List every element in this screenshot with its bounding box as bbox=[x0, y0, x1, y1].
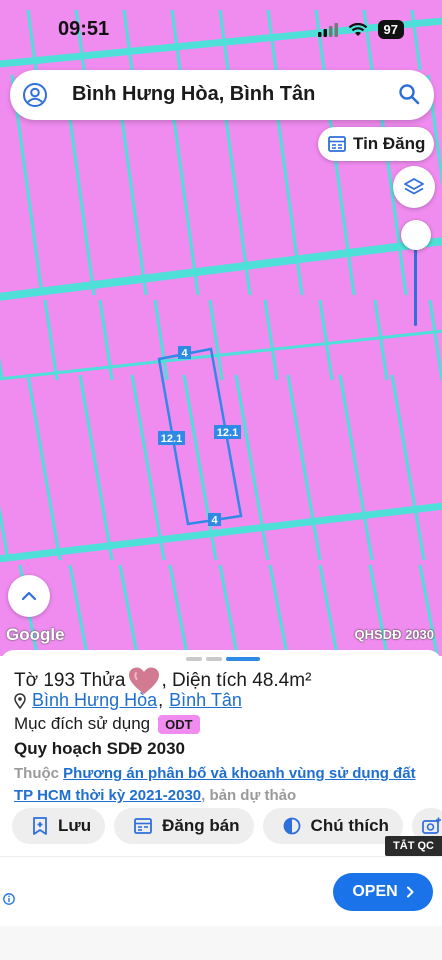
plan-title: Quy hoạch SDĐ 2030 bbox=[14, 739, 186, 758]
road-line bbox=[118, 564, 139, 656]
parcel-title-area: , Diện tích 48.4m² bbox=[161, 670, 312, 691]
svg-text:12.1: 12.1 bbox=[217, 427, 238, 439]
district-link[interactable]: Bình Tân bbox=[169, 690, 242, 711]
opacity-slider[interactable] bbox=[400, 220, 432, 330]
user-icon[interactable] bbox=[22, 82, 48, 108]
save-button-label: Lưu bbox=[58, 816, 92, 835]
close-ad-button[interactable]: TẮT QC bbox=[385, 836, 442, 856]
search-bar[interactable]: Bình Hưng Hòa, Bình Tân bbox=[10, 70, 434, 120]
pager-dot[interactable] bbox=[206, 657, 222, 661]
pager-dot-active[interactable] bbox=[226, 657, 260, 661]
newspaper-icon bbox=[134, 818, 152, 834]
purpose-label: Mục đích sử dụng bbox=[14, 714, 151, 733]
opacity-slider-thumb[interactable] bbox=[401, 220, 431, 250]
svg-text:12.1: 12.1 bbox=[161, 433, 182, 445]
google-attribution: Google bbox=[6, 625, 65, 644]
legend-button-label: Chú thích bbox=[310, 816, 389, 835]
parcel-info-sheet[interactable]: Tờ 193 Thửa , Diện tích 48.4m² Bình Hưng… bbox=[0, 650, 442, 856]
road-line bbox=[268, 564, 289, 656]
road-line bbox=[368, 564, 389, 656]
status-bar: 09:51 97 bbox=[0, 0, 442, 60]
road-line bbox=[218, 564, 239, 656]
layers-button[interactable] bbox=[393, 166, 435, 208]
ad-open-label: OPEN bbox=[352, 883, 398, 900]
home-indicator-area bbox=[0, 926, 442, 960]
bookmark-add-icon bbox=[33, 817, 47, 835]
dimension-right-label: 12.1 bbox=[214, 425, 241, 439]
road-line bbox=[168, 564, 189, 656]
layers-icon bbox=[404, 178, 424, 195]
location-row: Bình Hưng Hòa, Bình Tân bbox=[14, 690, 242, 711]
dimension-bottom-label: 4 bbox=[208, 513, 221, 527]
info-icon[interactable] bbox=[3, 893, 15, 905]
status-time: 09:51 bbox=[58, 18, 110, 40]
wifi-icon bbox=[348, 22, 367, 36]
search-query[interactable]: Bình Hưng Hòa, Bình Tân bbox=[72, 83, 315, 106]
dimension-top-label: 4 bbox=[178, 346, 191, 360]
chevron-up-icon bbox=[21, 591, 37, 601]
action-row: Lưu Đăng bán Chú thích bbox=[12, 808, 442, 844]
status-icons: 97 bbox=[317, 20, 404, 39]
road-line bbox=[318, 299, 334, 381]
sell-button-label: Đăng bán bbox=[162, 816, 240, 835]
listings-button-label: Tin Đăng bbox=[353, 134, 426, 153]
signal-icon bbox=[317, 22, 338, 37]
ward-link[interactable]: Bình Hưng Hòa bbox=[32, 690, 157, 711]
ad-open-button[interactable]: OPEN bbox=[333, 873, 433, 911]
svg-text:4: 4 bbox=[211, 515, 218, 527]
chevron-right-icon bbox=[406, 886, 414, 898]
road-line bbox=[78, 374, 114, 561]
parcel-title-prefix: Tờ 193 Thửa bbox=[14, 670, 126, 691]
road-line bbox=[26, 374, 62, 561]
newspaper-icon bbox=[328, 136, 346, 152]
selected-parcel[interactable]: 4 4 12.1 12.1 bbox=[157, 346, 243, 527]
plan-suffix: , bản dự thảo bbox=[201, 787, 297, 804]
road-line bbox=[318, 564, 339, 656]
plan-prefix: Thuộc bbox=[14, 765, 59, 782]
road-line bbox=[0, 504, 10, 561]
battery-indicator: 97 bbox=[377, 20, 404, 39]
location-separator: , bbox=[158, 690, 164, 710]
road-line bbox=[43, 299, 59, 381]
sheet-pager[interactable] bbox=[186, 657, 260, 661]
expand-up-button[interactable] bbox=[8, 575, 50, 617]
legend-button[interactable]: Chú thích bbox=[262, 808, 403, 844]
map-layer-label: QHSDĐ 2030 bbox=[354, 627, 434, 642]
map-view[interactable]: 4 4 12.1 12.1 09:51 97 Bình Hưng Hòa, Bì… bbox=[0, 0, 442, 656]
save-button[interactable]: Lưu bbox=[12, 808, 106, 844]
location-pin-icon bbox=[14, 692, 26, 709]
road-line bbox=[373, 299, 389, 381]
land-use-badge: ODT bbox=[158, 714, 200, 734]
road-line bbox=[130, 374, 166, 561]
plan-description: Thuộc Phương án phân bố và khoanh vùng s… bbox=[14, 763, 426, 807]
road-line bbox=[390, 374, 426, 561]
listings-button[interactable]: Tin Đăng bbox=[318, 127, 434, 161]
sell-button[interactable]: Đăng bán bbox=[114, 808, 254, 844]
road-line bbox=[68, 564, 89, 656]
road-line bbox=[286, 374, 322, 561]
dimension-left-label: 12.1 bbox=[158, 431, 185, 445]
search-icon[interactable] bbox=[398, 83, 420, 105]
road-line bbox=[418, 564, 439, 656]
road-line bbox=[0, 356, 4, 381]
road-line bbox=[338, 374, 374, 561]
road-line bbox=[0, 237, 442, 301]
svg-text:4: 4 bbox=[181, 348, 188, 360]
camera-add-icon bbox=[422, 817, 441, 834]
purpose-row: Mục đích sử dụng ODT bbox=[14, 714, 200, 734]
ad-banner[interactable]: OPEN bbox=[0, 856, 442, 926]
road-line bbox=[208, 299, 224, 381]
pager-dot[interactable] bbox=[186, 657, 202, 661]
contrast-icon bbox=[283, 817, 300, 835]
road-line bbox=[263, 299, 279, 381]
